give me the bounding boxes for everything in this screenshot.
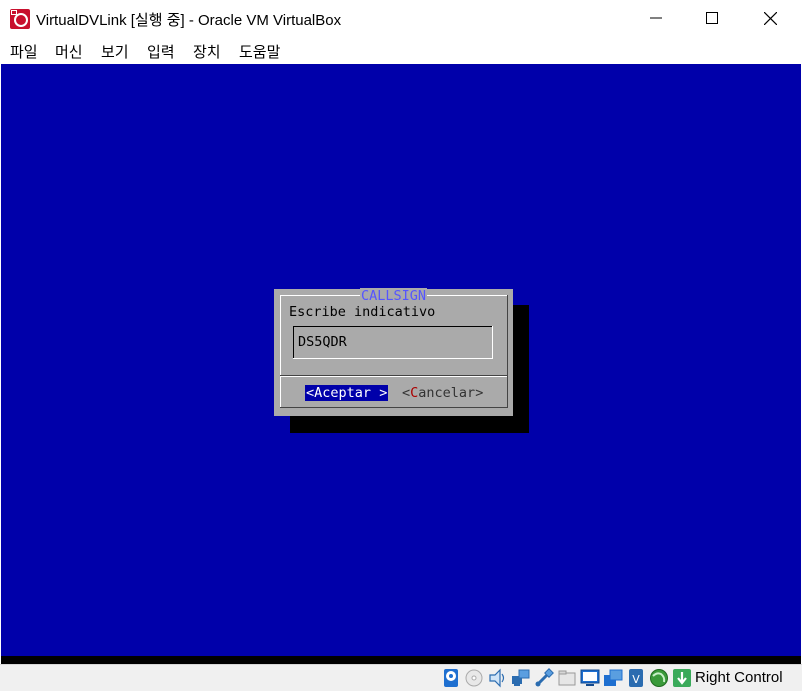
dialog-frame-bottom — [280, 407, 508, 408]
video-capture-icon[interactable] — [603, 668, 623, 688]
accept-button-right-bracket: > — [371, 385, 388, 401]
accept-button-label: ceptar — [322, 385, 372, 401]
menu-input[interactable]: 입력 — [147, 41, 175, 62]
menu-bar: 파일 머신 보기 입력 장치 도움말 — [0, 36, 802, 64]
menu-devices[interactable]: 장치 — [193, 41, 221, 62]
virtualbox-window: VirtualDVLink [실행 중] - Oracle VM Virtual… — [0, 0, 802, 691]
cancel-button-label: ancelar — [418, 385, 476, 401]
hard-disk-icon[interactable] — [441, 668, 461, 688]
shared-folders-icon[interactable] — [557, 668, 577, 688]
callsign-input-value: DS5QDR — [298, 334, 347, 350]
audio-icon[interactable] — [488, 668, 508, 688]
accept-button[interactable]: <Aceptar > — [305, 385, 389, 401]
input-border-left — [293, 326, 294, 358]
usb-icon[interactable] — [534, 668, 554, 688]
menu-view[interactable]: 보기 — [101, 41, 129, 62]
status-bar: V Right Control — [0, 664, 802, 691]
virtualbox-app-icon[interactable] — [10, 9, 30, 29]
close-icon — [763, 11, 777, 25]
network-icon[interactable] — [511, 668, 531, 688]
dialog-title: CALLSIGN — [274, 288, 513, 304]
optical-drive-icon[interactable] — [464, 668, 484, 688]
input-border-top — [293, 326, 493, 327]
menu-file[interactable]: 파일 — [10, 41, 38, 62]
dialog-prompt: Escribe indicativo — [289, 304, 436, 320]
dialog-separator-light — [280, 376, 508, 377]
dialog-frame-left — [280, 295, 281, 375]
callsign-dialog: CALLSIGN Escribe indicativo DS5QDR <Acep… — [274, 288, 513, 416]
accept-button-left-bracket: < — [306, 385, 315, 401]
minimize-icon — [650, 17, 662, 19]
maximize-icon — [706, 12, 718, 24]
close-button[interactable] — [747, 0, 793, 36]
maximize-button[interactable] — [689, 0, 735, 36]
cancel-button-left-bracket: < — [402, 385, 411, 401]
dialog-title-text: CALLSIGN — [359, 288, 428, 304]
dialog-frame-right-lower — [507, 376, 508, 407]
input-border-bottom — [293, 358, 493, 359]
display-icon[interactable] — [580, 668, 600, 688]
keyboard-icon[interactable] — [672, 668, 692, 688]
input-border-right — [492, 326, 493, 358]
menu-machine[interactable]: 머신 — [55, 41, 83, 62]
title-bar[interactable]: VirtualDVLink [실행 중] - Oracle VM Virtual… — [0, 0, 802, 36]
cpu-icon[interactable]: V — [626, 668, 646, 688]
minimize-button[interactable] — [633, 0, 679, 36]
vm-display-bottom-band — [1, 656, 801, 664]
callsign-input[interactable]: DS5QDR — [293, 326, 493, 359]
window-title: VirtualDVLink [실행 중] - Oracle VM Virtual… — [36, 12, 342, 29]
svg-text:V: V — [632, 673, 640, 686]
mouse-integration-icon[interactable] — [649, 668, 669, 688]
host-key-label[interactable]: Right Control — [695, 669, 783, 686]
cancel-button-right-bracket: > — [475, 385, 484, 401]
dialog-frame-right — [507, 295, 508, 375]
cancel-button[interactable]: <Cancelar> — [402, 385, 483, 401]
dialog-frame-left-lower — [280, 376, 281, 407]
menu-help[interactable]: 도움말 — [239, 41, 280, 62]
